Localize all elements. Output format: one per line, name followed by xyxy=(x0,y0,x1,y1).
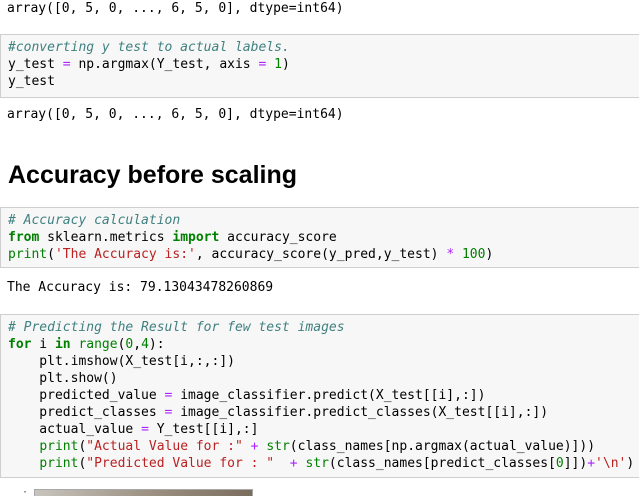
code-line: y_test xyxy=(8,74,55,89)
plot-axis-tick: · xyxy=(22,487,29,498)
output-image-plot xyxy=(34,489,253,496)
code-cell-convert-labels[interactable]: #converting y test to actual labels. y_t… xyxy=(0,34,639,98)
code-line: from sklearn.metrics import accuracy_sco… xyxy=(8,230,337,245)
code-comment: # Predicting the Result for few test ima… xyxy=(8,320,345,335)
code-cell-accuracy[interactable]: # Accuracy calculation from sklearn.metr… xyxy=(0,207,639,268)
code-line: plt.show() xyxy=(8,371,118,386)
code-line: print("Actual Value for :" + str(class_n… xyxy=(39,439,596,454)
code-line: predict_classes = image_classifier.predi… xyxy=(8,405,549,420)
output-array-1: array([0, 5, 0, ..., 6, 5, 0], dtype=int… xyxy=(7,1,344,16)
section-heading: Accuracy before scaling xyxy=(8,161,298,189)
output-accuracy: The Accuracy is: 79.13043478260869 xyxy=(7,280,274,295)
code-comment: #converting y test to actual labels. xyxy=(8,40,290,55)
code-line: predicted_value = image_classifier.predi… xyxy=(8,388,486,403)
code-line: for i in range(0,4): xyxy=(8,337,165,352)
code-line: plt.imshow(X_test[i,:,:]) xyxy=(8,354,235,369)
code-line: actual_value = Y_test[[i],:] xyxy=(8,422,259,437)
code-comment: # Accuracy calculation xyxy=(8,213,181,228)
code-cell-predict[interactable]: # Predicting the Result for few test ima… xyxy=(0,314,639,478)
code-line: print("Predicted Value for : " + str(cla… xyxy=(39,456,635,471)
output-array-2: array([0, 5, 0, ..., 6, 5, 0], dtype=int… xyxy=(7,107,344,122)
code-line: print('The Accuracy is:', accuracy_score… xyxy=(8,247,494,262)
code-line: y_test = np.argmax(Y_test, axis = 1) xyxy=(8,57,290,72)
